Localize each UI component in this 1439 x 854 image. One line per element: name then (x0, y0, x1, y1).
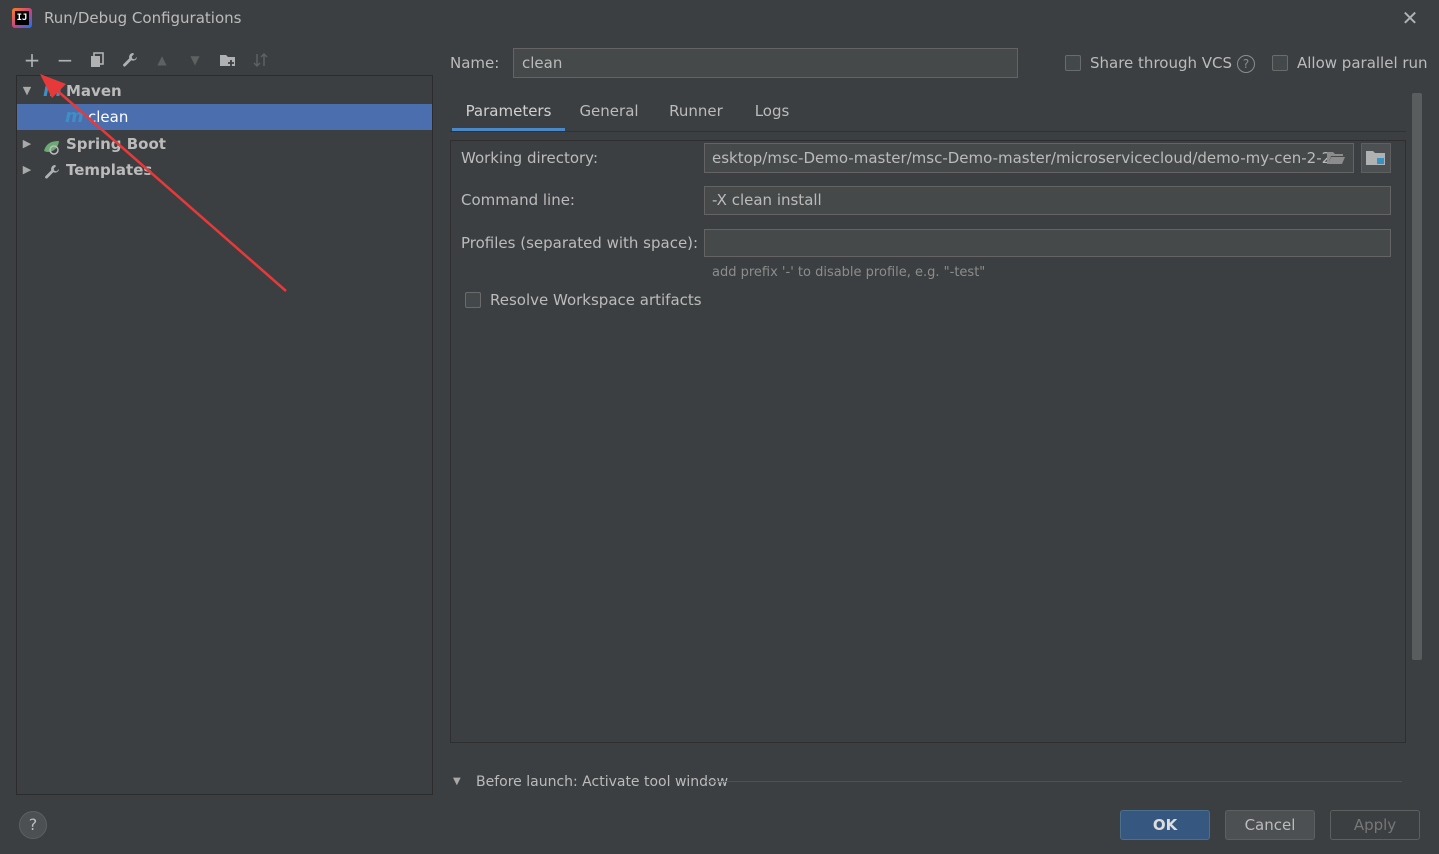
before-launch-expand-icon[interactable]: ▼ (453, 776, 461, 787)
intellij-app-icon: IJ (12, 8, 32, 28)
move-up-button[interactable]: ▲ (149, 48, 175, 72)
app-icon-text: IJ (15, 11, 29, 25)
allow-parallel-checkbox[interactable] (1272, 55, 1288, 71)
profiles-label: Profiles (separated with space): (461, 234, 699, 252)
copy-icon (91, 52, 104, 67)
folder-open-icon[interactable] (1326, 150, 1346, 170)
name-label: Name: (450, 54, 500, 72)
ok-button[interactable]: OK (1120, 810, 1210, 840)
name-input[interactable] (513, 48, 1018, 78)
profiles-hint: add prefix '-' to disable profile, e.g. … (712, 265, 986, 280)
expanded-arrow-icon[interactable]: ▼ (20, 78, 34, 104)
add-configuration-button[interactable]: + (19, 48, 45, 72)
resolve-workspace-label: Resolve Workspace artifacts (490, 291, 702, 309)
command-line-label: Command line: (461, 191, 575, 209)
share-vcs-label: Share through VCS (1090, 54, 1233, 72)
help-icon[interactable]: ? (1237, 55, 1255, 73)
collapsed-arrow-icon[interactable]: ▶ (20, 157, 34, 183)
edit-defaults-button[interactable] (117, 48, 143, 72)
profiles-input[interactable] (704, 229, 1391, 257)
macros-button[interactable] (1361, 143, 1391, 173)
configuration-tree[interactable]: ▼ m Maven m clean ▶ Spring Boot ▶ Templa… (16, 75, 433, 795)
allow-parallel-label: Allow parallel run (1297, 54, 1428, 72)
sort-icon (253, 52, 268, 68)
folder-macro-icon (1366, 151, 1385, 165)
help-button[interactable]: ? (19, 811, 47, 839)
tree-node-templates[interactable]: ▶ Templates (17, 157, 432, 183)
maven-icon: m (43, 80, 62, 101)
tree-node-clean[interactable]: m clean (17, 104, 432, 130)
tab-separator (450, 131, 1406, 132)
window-title: Run/Debug Configurations (44, 9, 242, 27)
new-folder-button[interactable] (215, 48, 241, 72)
tree-node-spring-boot[interactable]: ▶ Spring Boot (17, 131, 432, 157)
before-launch-divider (706, 781, 1402, 782)
resolve-workspace-checkbox[interactable] (465, 292, 481, 308)
before-launch-label[interactable]: Before launch: Activate tool window (476, 774, 728, 790)
wrench-icon (44, 162, 60, 188)
share-vcs-checkbox[interactable] (1065, 55, 1081, 71)
remove-configuration-button[interactable]: − (52, 48, 78, 72)
close-icon[interactable]: ✕ (1400, 6, 1420, 30)
tab-general[interactable]: General (568, 98, 650, 132)
command-line-input[interactable]: -X clean install (704, 186, 1391, 215)
tree-node-maven[interactable]: ▼ m Maven (17, 78, 432, 104)
tree-label-maven: Maven (66, 82, 122, 100)
wrench-icon (123, 53, 137, 67)
move-down-button[interactable]: ▼ (182, 48, 208, 72)
maven-config-icon: m (65, 106, 84, 127)
tree-label-spring-boot: Spring Boot (66, 135, 166, 153)
folder-add-icon (220, 55, 235, 66)
tree-label-templates: Templates (66, 161, 153, 179)
working-directory-input[interactable]: esktop/msc-Demo-master/msc-Demo-master/m… (704, 143, 1354, 173)
tab-logs[interactable]: Logs (742, 98, 802, 132)
vertical-scrollbar[interactable] (1412, 93, 1422, 660)
tree-label-clean: clean (88, 108, 129, 126)
tab-parameters[interactable]: Parameters (452, 98, 565, 132)
copy-configuration-button[interactable] (84, 48, 110, 72)
working-directory-label: Working directory: (461, 149, 599, 167)
collapsed-arrow-icon[interactable]: ▶ (20, 131, 34, 157)
apply-button[interactable]: Apply (1330, 810, 1420, 840)
cancel-button[interactable]: Cancel (1225, 810, 1315, 840)
sort-button[interactable] (248, 48, 274, 72)
tab-runner[interactable]: Runner (654, 98, 738, 132)
